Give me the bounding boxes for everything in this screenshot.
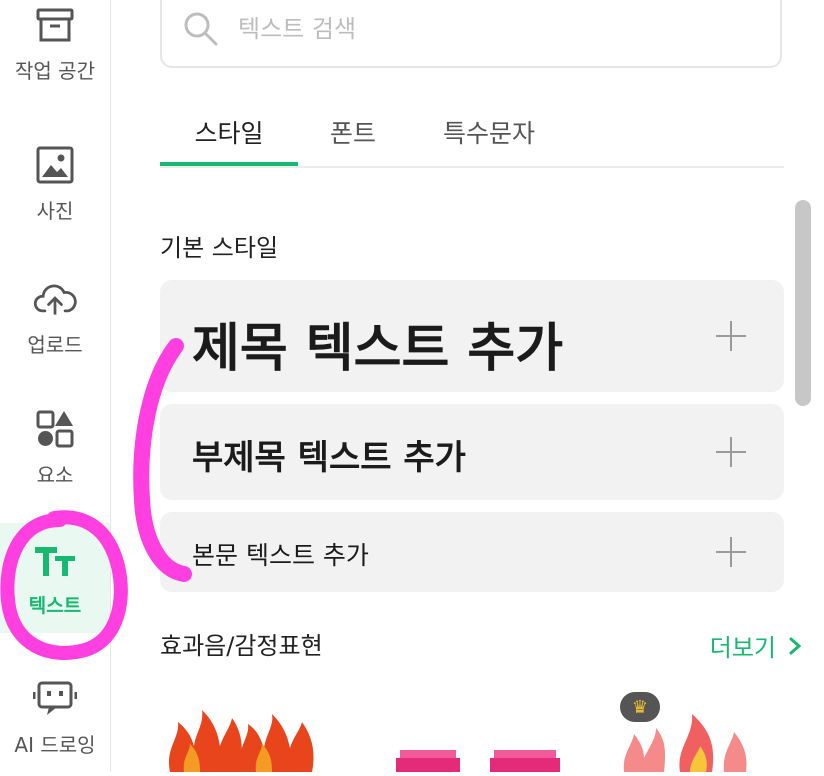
image-icon (33, 143, 77, 187)
search-box[interactable] (160, 0, 782, 68)
more-link-label: 더보기 (709, 634, 776, 662)
sidebar-item-text[interactable]: 텍스트 (0, 523, 110, 633)
plus-icon (716, 437, 746, 467)
tab-font[interactable]: 폰트 (310, 100, 396, 164)
add-body-text-card[interactable]: 본문 텍스트 추가 (160, 512, 784, 592)
sidebar-item-ai-drawing[interactable]: AI 드로잉 (0, 662, 110, 772)
plus-icon (716, 321, 746, 351)
shapes-icon (33, 407, 77, 451)
add-heading-text-label: 제목 텍스트 추가 (192, 319, 564, 379)
active-tab-indicator (160, 162, 298, 166)
tab-special-characters[interactable]: 특수문자 (426, 100, 552, 164)
sidebar: 작업 공간 사진 업로드 요소 텍스트 AI 드로잉 (0, 0, 111, 772)
sidebar-item-label: 작업 공간 (15, 58, 95, 83)
sidebar-item-photos[interactable]: 사진 (0, 128, 110, 238)
text-tt-icon (33, 539, 77, 583)
search-icon (182, 10, 220, 48)
sidebar-item-label: 텍스트 (28, 594, 82, 617)
sidebar-item-label: AI 드로잉 (14, 732, 96, 757)
sidebar-item-workspace[interactable]: 작업 공간 (0, 0, 110, 98)
sidebar-item-label: 업로드 (27, 332, 83, 357)
effect-shout-sticker[interactable] (390, 688, 580, 772)
archive-box-icon (33, 3, 77, 47)
add-body-text-label: 본문 텍스트 추가 (192, 541, 369, 570)
more-link[interactable]: 더보기 (710, 628, 802, 663)
scrollbar[interactable] (795, 200, 811, 406)
tab-style[interactable]: 스타일 (160, 100, 298, 164)
effect-fire-sticker[interactable] (160, 688, 320, 772)
search-input[interactable] (236, 14, 740, 44)
add-subheading-text-label: 부제목 텍스트 추가 (192, 438, 466, 478)
add-subheading-text-card[interactable]: 부제목 텍스트 추가 (160, 404, 784, 500)
sidebar-item-label: 요소 (36, 462, 74, 487)
sidebar-item-label: 사진 (36, 198, 74, 223)
sidebar-item-upload[interactable]: 업로드 (0, 262, 110, 372)
robot-icon (33, 677, 77, 721)
chevron-right-icon (788, 636, 802, 656)
tab-bar: 스타일 폰트 특수문자 (160, 100, 784, 168)
sidebar-item-elements[interactable]: 요소 (0, 392, 110, 502)
plus-icon (716, 537, 746, 567)
basic-styles-title: 기본 스타일 (160, 234, 279, 262)
effect-flame-sticker[interactable] (620, 688, 770, 772)
effects-section-title: 효과음/감정표현 (160, 632, 323, 660)
add-heading-text-card[interactable]: 제목 텍스트 추가 (160, 280, 784, 392)
cloud-upload-icon (33, 277, 77, 321)
